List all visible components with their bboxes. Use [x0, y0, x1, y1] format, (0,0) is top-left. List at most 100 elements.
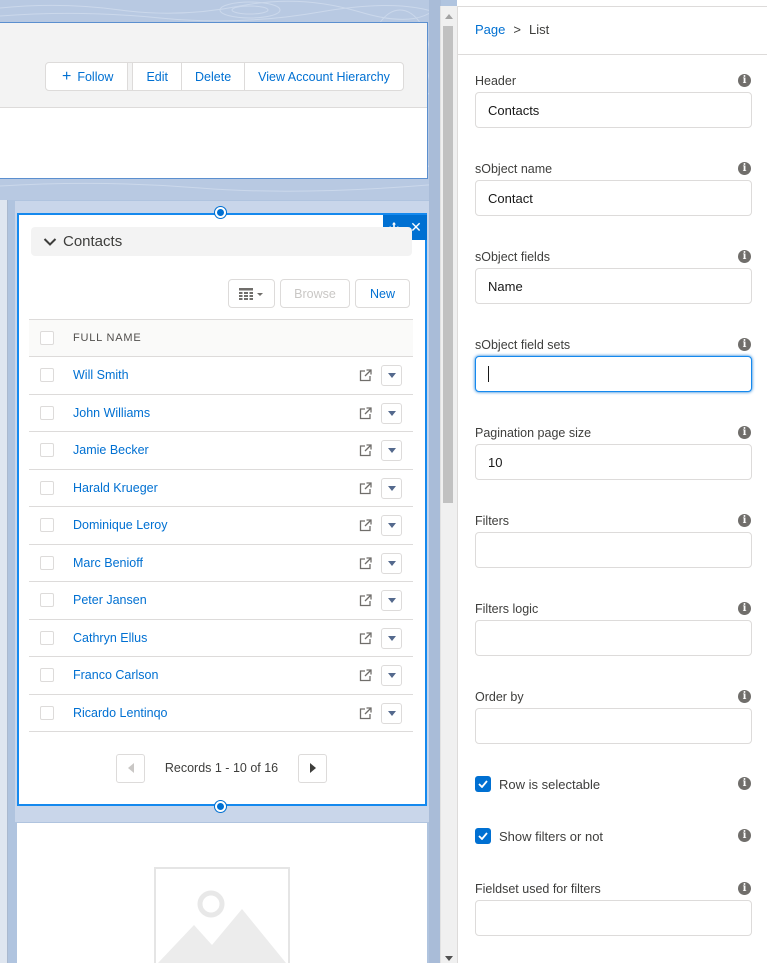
- sobject-name-label: sObject name: [475, 162, 553, 176]
- full-name-column-header[interactable]: FULL NAME: [73, 332, 142, 344]
- row-actions-dropdown[interactable]: [381, 440, 402, 461]
- table-row[interactable]: Ricardo Lentinqo: [29, 695, 413, 732]
- record-header-component[interactable]: + Follow Edit Delete View Account Hierar…: [0, 22, 428, 179]
- contact-name-link[interactable]: Peter Jansen: [73, 593, 147, 607]
- info-icon[interactable]: i: [738, 690, 751, 703]
- info-icon[interactable]: i: [738, 829, 751, 842]
- follow-button[interactable]: + Follow: [46, 63, 127, 90]
- table-row[interactable]: Cathryn Ellus: [29, 620, 413, 657]
- contact-name-link[interactable]: Harald Krueger: [73, 481, 158, 495]
- row-checkbox[interactable]: [40, 593, 54, 608]
- contact-name-link[interactable]: Marc Benioff: [73, 556, 143, 570]
- breadcrumb-page-link[interactable]: Page: [475, 22, 505, 37]
- table-row[interactable]: Jamie Becker: [29, 432, 413, 470]
- open-external-icon[interactable]: [359, 594, 372, 607]
- open-external-icon[interactable]: [359, 669, 372, 682]
- fieldset-for-filters-input[interactable]: [475, 900, 752, 936]
- table-row[interactable]: John Williams: [29, 395, 413, 432]
- checkmark-icon: [478, 780, 488, 788]
- row-actions-dropdown[interactable]: [381, 365, 402, 386]
- table-row[interactable]: Peter Jansen: [29, 582, 413, 620]
- table-row[interactable]: Will Smith: [29, 357, 413, 395]
- open-external-icon[interactable]: [359, 481, 372, 495]
- open-external-icon[interactable]: [359, 444, 372, 457]
- chevron-down-icon[interactable]: [43, 237, 57, 247]
- row-actions-dropdown[interactable]: [381, 627, 402, 649]
- row-actions-dropdown[interactable]: [381, 402, 402, 424]
- order-by-input[interactable]: [475, 708, 752, 744]
- row-selectable-checkbox[interactable]: [475, 776, 491, 792]
- sobject-name-input[interactable]: Contact: [475, 180, 752, 216]
- info-icon[interactable]: i: [738, 250, 751, 263]
- row-checkbox[interactable]: [40, 443, 54, 458]
- previous-page-button[interactable]: [116, 753, 145, 783]
- contacts-list-component[interactable]: ✕ Contacts Browse New FULL NAME Will Smi…: [17, 207, 427, 812]
- table-row[interactable]: Marc Benioff: [29, 545, 413, 582]
- image-component[interactable]: [17, 823, 427, 963]
- info-icon[interactable]: i: [738, 602, 751, 615]
- row-checkbox[interactable]: [40, 480, 54, 495]
- sobject-field-sets-input[interactable]: [475, 356, 752, 392]
- open-external-icon[interactable]: [359, 556, 372, 570]
- row-checkbox[interactable]: [40, 630, 54, 645]
- top-resize-handle[interactable]: [215, 207, 226, 218]
- row-checkbox[interactable]: [40, 518, 54, 533]
- open-external-icon[interactable]: [359, 631, 372, 645]
- info-icon[interactable]: i: [738, 74, 751, 87]
- row-checkbox[interactable]: [40, 668, 54, 683]
- contact-name-link[interactable]: Franco Carlson: [73, 668, 158, 682]
- browse-button[interactable]: Browse: [280, 279, 350, 308]
- new-button[interactable]: New: [355, 279, 410, 308]
- row-checkbox[interactable]: [40, 705, 54, 720]
- select-all-checkbox[interactable]: [40, 331, 54, 345]
- info-icon[interactable]: i: [738, 777, 751, 790]
- table-row[interactable]: Franco Carlson: [29, 657, 413, 695]
- row-actions-dropdown[interactable]: [381, 702, 402, 724]
- canvas-scrollbar[interactable]: [440, 6, 457, 963]
- row-actions-dropdown[interactable]: [381, 515, 402, 536]
- sobject-fields-input[interactable]: Name: [475, 268, 752, 304]
- row-actions-dropdown[interactable]: [381, 552, 402, 574]
- info-icon[interactable]: i: [738, 426, 751, 439]
- display-as-table-button[interactable]: [228, 279, 275, 308]
- row-actions-dropdown[interactable]: [381, 665, 402, 686]
- show-filters-checkbox[interactable]: [475, 828, 491, 844]
- row-checkbox[interactable]: [40, 405, 54, 420]
- pagination-page-size-input[interactable]: 10: [475, 444, 752, 480]
- row-checkbox[interactable]: [40, 555, 54, 570]
- next-page-button[interactable]: [298, 753, 327, 783]
- contact-name-link[interactable]: Ricardo Lentinqo: [73, 706, 168, 720]
- bottom-resize-handle[interactable]: [215, 801, 226, 812]
- contact-name-link[interactable]: John Williams: [73, 406, 150, 420]
- info-icon[interactable]: i: [738, 162, 751, 175]
- table-row[interactable]: Dominique Leroy: [29, 507, 413, 545]
- edit-button[interactable]: Edit: [132, 63, 181, 90]
- view-account-hierarchy-button[interactable]: View Account Hierarchy: [244, 63, 403, 90]
- chevron-down-icon: [387, 635, 396, 641]
- filters-logic-input[interactable]: [475, 620, 752, 656]
- header-input[interactable]: Contacts: [475, 92, 752, 128]
- chevron-down-icon: [387, 485, 396, 491]
- open-external-icon[interactable]: [359, 519, 372, 532]
- contact-name-link[interactable]: Jamie Becker: [73, 443, 149, 457]
- table-row[interactable]: Harald Krueger: [29, 470, 413, 507]
- row-actions-dropdown[interactable]: [381, 477, 402, 499]
- scrollbar-thumb[interactable]: [443, 26, 453, 503]
- delete-button[interactable]: Delete: [181, 63, 244, 90]
- open-external-icon[interactable]: [359, 369, 372, 382]
- info-icon[interactable]: i: [738, 882, 751, 895]
- contact-name-link[interactable]: Cathryn Ellus: [73, 631, 147, 645]
- row-actions-dropdown[interactable]: [381, 590, 402, 611]
- info-icon[interactable]: i: [738, 338, 751, 351]
- filters-logic-label: Filters logic: [475, 602, 539, 616]
- row-checkbox[interactable]: [40, 368, 54, 383]
- open-external-icon[interactable]: [359, 406, 372, 420]
- open-external-icon[interactable]: [359, 706, 372, 720]
- contact-name-link[interactable]: Will Smith: [73, 368, 129, 382]
- info-icon[interactable]: i: [738, 514, 751, 527]
- scroll-down-arrow-icon[interactable]: [445, 956, 453, 961]
- filters-input[interactable]: [475, 532, 752, 568]
- contact-name-link[interactable]: Dominique Leroy: [73, 518, 168, 532]
- contacts-header[interactable]: Contacts: [31, 227, 412, 256]
- scroll-up-arrow-icon[interactable]: [445, 14, 453, 19]
